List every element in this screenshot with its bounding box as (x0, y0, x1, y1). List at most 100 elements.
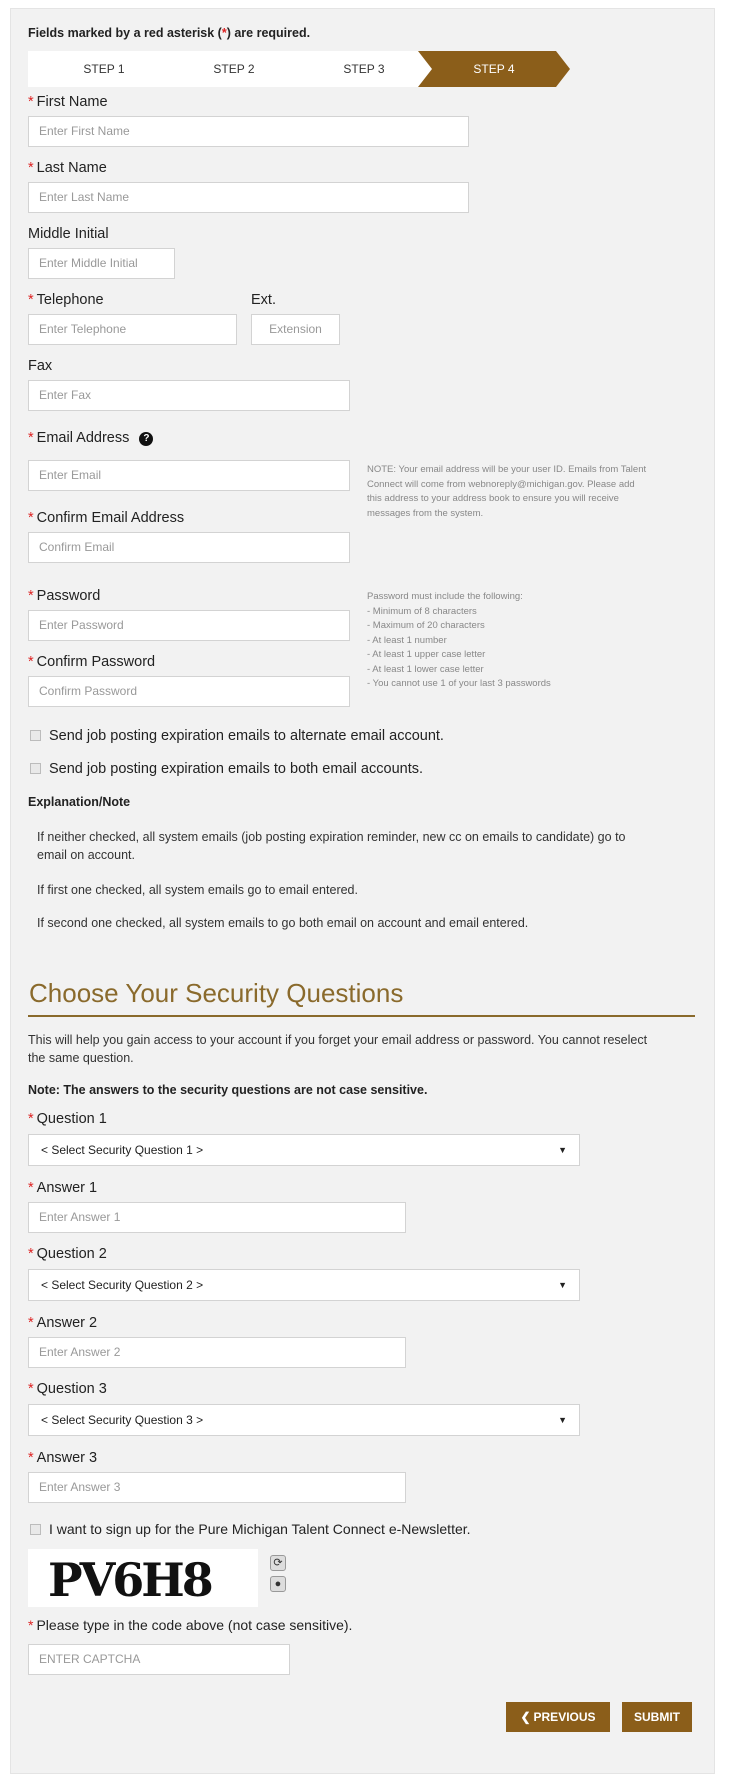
question-2-label: * Question 2 (28, 1246, 107, 1262)
previous-button[interactable]: ❮ PREVIOUS (506, 1702, 610, 1732)
captcha-label: * Please type in the code above (not case… (28, 1617, 352, 1633)
newsletter-option[interactable]: I want to sign up for the Pure Michigan … (30, 1521, 471, 1537)
required-note: Fields marked by a red asterisk (*) are … (28, 26, 310, 40)
required-asterisk: * (28, 1381, 34, 1397)
explanation-paragraph-1: If neither checked, all system emails (j… (37, 828, 707, 864)
refresh-icon[interactable]: ⟳ (270, 1555, 286, 1571)
question-3-value: < Select Security Question 3 > (41, 1413, 204, 1427)
help-icon[interactable]: ? (139, 432, 154, 446)
explanation-line: If neither checked, all system emails (j… (37, 830, 626, 844)
audio-icon[interactable]: ● (270, 1576, 286, 1592)
answer-2-input[interactable]: Enter Answer 2 (28, 1337, 406, 1368)
telephone-label-text: Telephone (36, 292, 104, 308)
question-2-select[interactable]: < Select Security Question 2 > ▼ (28, 1269, 580, 1301)
security-heading: Choose Your Security Questions (29, 978, 404, 1008)
submit-button-label: SUBMIT (634, 1710, 680, 1724)
question-1-select[interactable]: < Select Security Question 1 > ▼ (28, 1134, 580, 1166)
telephone-input[interactable]: Enter Telephone (28, 314, 237, 345)
email-label: * Email Address ? (28, 430, 154, 446)
middle-initial-label-text: Middle Initial (28, 226, 109, 242)
step-3-label: STEP 3 (343, 62, 385, 76)
confirm-email-label: * Confirm Email Address (28, 510, 184, 526)
answer-3-input[interactable]: Enter Answer 3 (28, 1472, 406, 1503)
answer-1-label: * Answer 1 (28, 1180, 97, 1196)
required-note-suffix: ) are required. (226, 26, 311, 40)
fax-label: Fax (28, 358, 52, 374)
step-2-label: STEP 2 (213, 62, 255, 76)
email-label-text: Email Address (36, 430, 130, 446)
email-note-line: messages from the system. (367, 507, 484, 519)
password-rules: Password must include the following: - M… (367, 590, 707, 692)
password-rule: - At least 1 upper case letter (367, 649, 486, 660)
email-note-line: NOTE: Your email address will be your us… (367, 464, 647, 475)
question-3-select[interactable]: < Select Security Question 3 > ▼ (28, 1404, 580, 1436)
email-input[interactable]: Enter Email (28, 460, 350, 491)
heading-divider (28, 1015, 695, 1017)
confirm-password-input[interactable]: Confirm Password (28, 676, 350, 707)
password-rule: - Maximum of 20 characters (367, 620, 485, 631)
first-name-input[interactable]: Enter First Name (28, 116, 469, 147)
explanation-paragraph-3: If second one checked, all system emails… (37, 916, 529, 930)
captcha-input[interactable]: ENTER CAPTCHA (28, 1644, 290, 1675)
step-4-label: STEP 4 (473, 62, 515, 76)
required-asterisk: * (28, 1315, 34, 1331)
required-asterisk: * (28, 1450, 34, 1466)
password-rule: - At least 1 lower case letter (367, 663, 484, 675)
answer-3-label-text: Answer 3 (36, 1450, 98, 1466)
captcha-label-text: Please type in the code above (not case … (36, 1617, 353, 1633)
question-2-label-text: Question 2 (36, 1246, 107, 1262)
alternate-email-checkbox[interactable] (30, 730, 41, 741)
required-asterisk: * (28, 94, 34, 110)
both-emails-option[interactable]: Send job posting expiration emails to bo… (30, 761, 423, 777)
explanation-paragraph-2: If first one checked, all system emails … (37, 883, 358, 897)
email-note-line: this address to your address book to ens… (367, 493, 619, 504)
newsletter-checkbox[interactable] (30, 1524, 41, 1535)
password-label-text: Password (36, 588, 101, 604)
step-4[interactable]: STEP 4 (418, 51, 570, 87)
security-intro-line: the same question. (28, 1051, 134, 1065)
password-rule: - At least 1 number (367, 634, 447, 646)
required-note-prefix: Fields marked by a red asterisk ( (28, 26, 222, 40)
question-2-value: < Select Security Question 2 > (41, 1278, 204, 1292)
fax-label-text: Fax (28, 358, 53, 374)
page: Fields marked by a red asterisk ( * ) are … (0, 0, 734, 1781)
chevron-down-icon: ▼ (558, 1415, 567, 1425)
question-3-label-text: Question 3 (36, 1381, 107, 1397)
fax-input[interactable]: Enter Fax (28, 380, 350, 411)
captcha-graphic: PV6H8 (28, 1549, 258, 1607)
extension-label-text: Ext. (251, 292, 276, 308)
both-emails-label: Send job posting expiration emails to bo… (49, 761, 423, 777)
middle-initial-label: Middle Initial (28, 226, 109, 242)
confirm-email-input[interactable]: Confirm Email (28, 532, 350, 563)
required-asterisk: * (28, 510, 34, 526)
confirm-password-label: * Confirm Password (28, 654, 155, 670)
password-label: * Password (28, 588, 100, 604)
required-asterisk: * (28, 1111, 34, 1127)
chevron-down-icon: ▼ (558, 1280, 567, 1290)
question-1-label: * Question 1 (28, 1111, 107, 1127)
question-1-label-text: Question 1 (36, 1111, 107, 1127)
last-name-label-text: Last Name (36, 160, 107, 176)
last-name-label: * Last Name (28, 160, 107, 176)
explanation-title: Explanation/Note (28, 795, 131, 809)
chevron-left-icon: ❮ (520, 1710, 531, 1724)
required-asterisk: * (28, 160, 34, 176)
security-note: Note: The answers to the security questi… (28, 1083, 428, 1097)
both-emails-checkbox[interactable] (30, 763, 41, 774)
alternate-email-label: Send job posting expiration emails to al… (49, 728, 444, 744)
submit-button[interactable]: SUBMIT (622, 1702, 692, 1732)
captcha-image-text: PV6H8 (48, 1553, 212, 1607)
password-rule: - You cannot use 1 of your last 3 passwo… (367, 678, 551, 689)
answer-1-input[interactable]: Enter Answer 1 (28, 1202, 406, 1233)
extension-input[interactable]: Extension (251, 314, 340, 345)
alternate-email-option[interactable]: Send job posting expiration emails to al… (30, 728, 444, 744)
chevron-down-icon: ▼ (558, 1145, 567, 1155)
required-asterisk: * (28, 1180, 34, 1196)
last-name-input[interactable]: Enter Last Name (28, 182, 469, 213)
answer-2-label: * Answer 2 (28, 1315, 97, 1331)
first-name-label: * First Name (28, 94, 108, 110)
required-asterisk: * (28, 430, 34, 446)
first-name-label-text: First Name (36, 94, 108, 110)
password-input[interactable]: Enter Password (28, 610, 350, 641)
middle-initial-input[interactable]: Enter Middle Initial (28, 248, 175, 279)
